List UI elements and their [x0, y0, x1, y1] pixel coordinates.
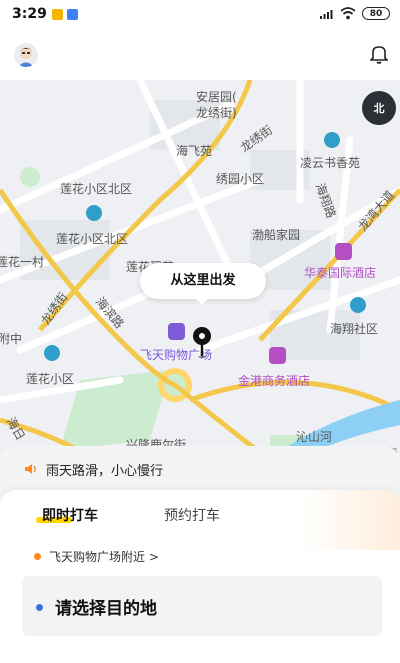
- map-label: 龙绣街: [237, 122, 276, 155]
- wifi-icon: [340, 7, 356, 20]
- compass-button[interactable]: 北: [362, 91, 396, 125]
- map-label: 海飞苑: [176, 144, 213, 158]
- map-label: 莲花小区北区: [56, 232, 129, 246]
- map-label: 沁山河: [296, 430, 333, 444]
- compass-label: 北: [373, 102, 385, 115]
- tab-instant-ride[interactable]: 即时打车: [42, 505, 98, 525]
- bell-icon[interactable]: [370, 44, 388, 64]
- map-label: 凌云书香苑: [300, 156, 361, 170]
- map-label: 龙绣街): [196, 106, 237, 120]
- notification-app-icon: [52, 9, 63, 20]
- map-label: 龙绣街: [38, 290, 71, 328]
- map-label: 金港商务酒店: [238, 374, 311, 388]
- user-avatar-icon: [18, 47, 34, 67]
- map-label: 华泰国际酒店: [304, 266, 377, 280]
- map-label: 附中: [0, 332, 23, 346]
- destination-input[interactable]: 请选择目的地: [22, 576, 382, 636]
- map-label: 海滨路: [92, 294, 127, 332]
- origin-text: 飞天购物广场附近 >: [49, 550, 159, 564]
- tab-scheduled-ride[interactable]: 预约打车: [164, 505, 220, 525]
- location-pin-icon[interactable]: [192, 326, 212, 360]
- origin-location[interactable]: 飞天购物广场附近 >: [34, 548, 159, 565]
- map-label: 莲花一村: [0, 255, 45, 269]
- map-label: 绣园小区: [216, 172, 265, 186]
- destination-dot-icon: [36, 604, 43, 611]
- map-label: 海翔路: [312, 181, 339, 220]
- map-label: 海翔社区: [330, 322, 379, 336]
- app-header: [0, 30, 400, 80]
- destination-placeholder: 请选择目的地: [55, 599, 157, 619]
- avatar[interactable]: [14, 43, 38, 67]
- speaker-icon: [25, 464, 36, 474]
- card-decoration: [300, 490, 400, 550]
- battery-indicator: 80: [362, 7, 390, 20]
- notification-app-icon: [67, 9, 78, 20]
- status-bar: 3:29 80: [0, 0, 400, 30]
- cellular-signal-icon: [320, 10, 333, 19]
- map-label: 安居园(: [196, 90, 237, 104]
- start-bubble: 从这里出发: [140, 263, 266, 305]
- map-label: 渤船家园: [252, 228, 301, 242]
- notice-bar: 雨天路滑，小心慢行: [24, 456, 163, 482]
- map-label: 龙湾大道: [355, 187, 398, 234]
- map-label: 海日: [3, 414, 28, 443]
- map-label: 莲花小区北区: [60, 182, 133, 196]
- origin-dot-icon: [34, 553, 41, 560]
- map-label: 莲花小区: [26, 372, 75, 386]
- notice-text: 雨天路滑，小心慢行: [46, 463, 164, 479]
- status-time: 3:29: [12, 6, 47, 22]
